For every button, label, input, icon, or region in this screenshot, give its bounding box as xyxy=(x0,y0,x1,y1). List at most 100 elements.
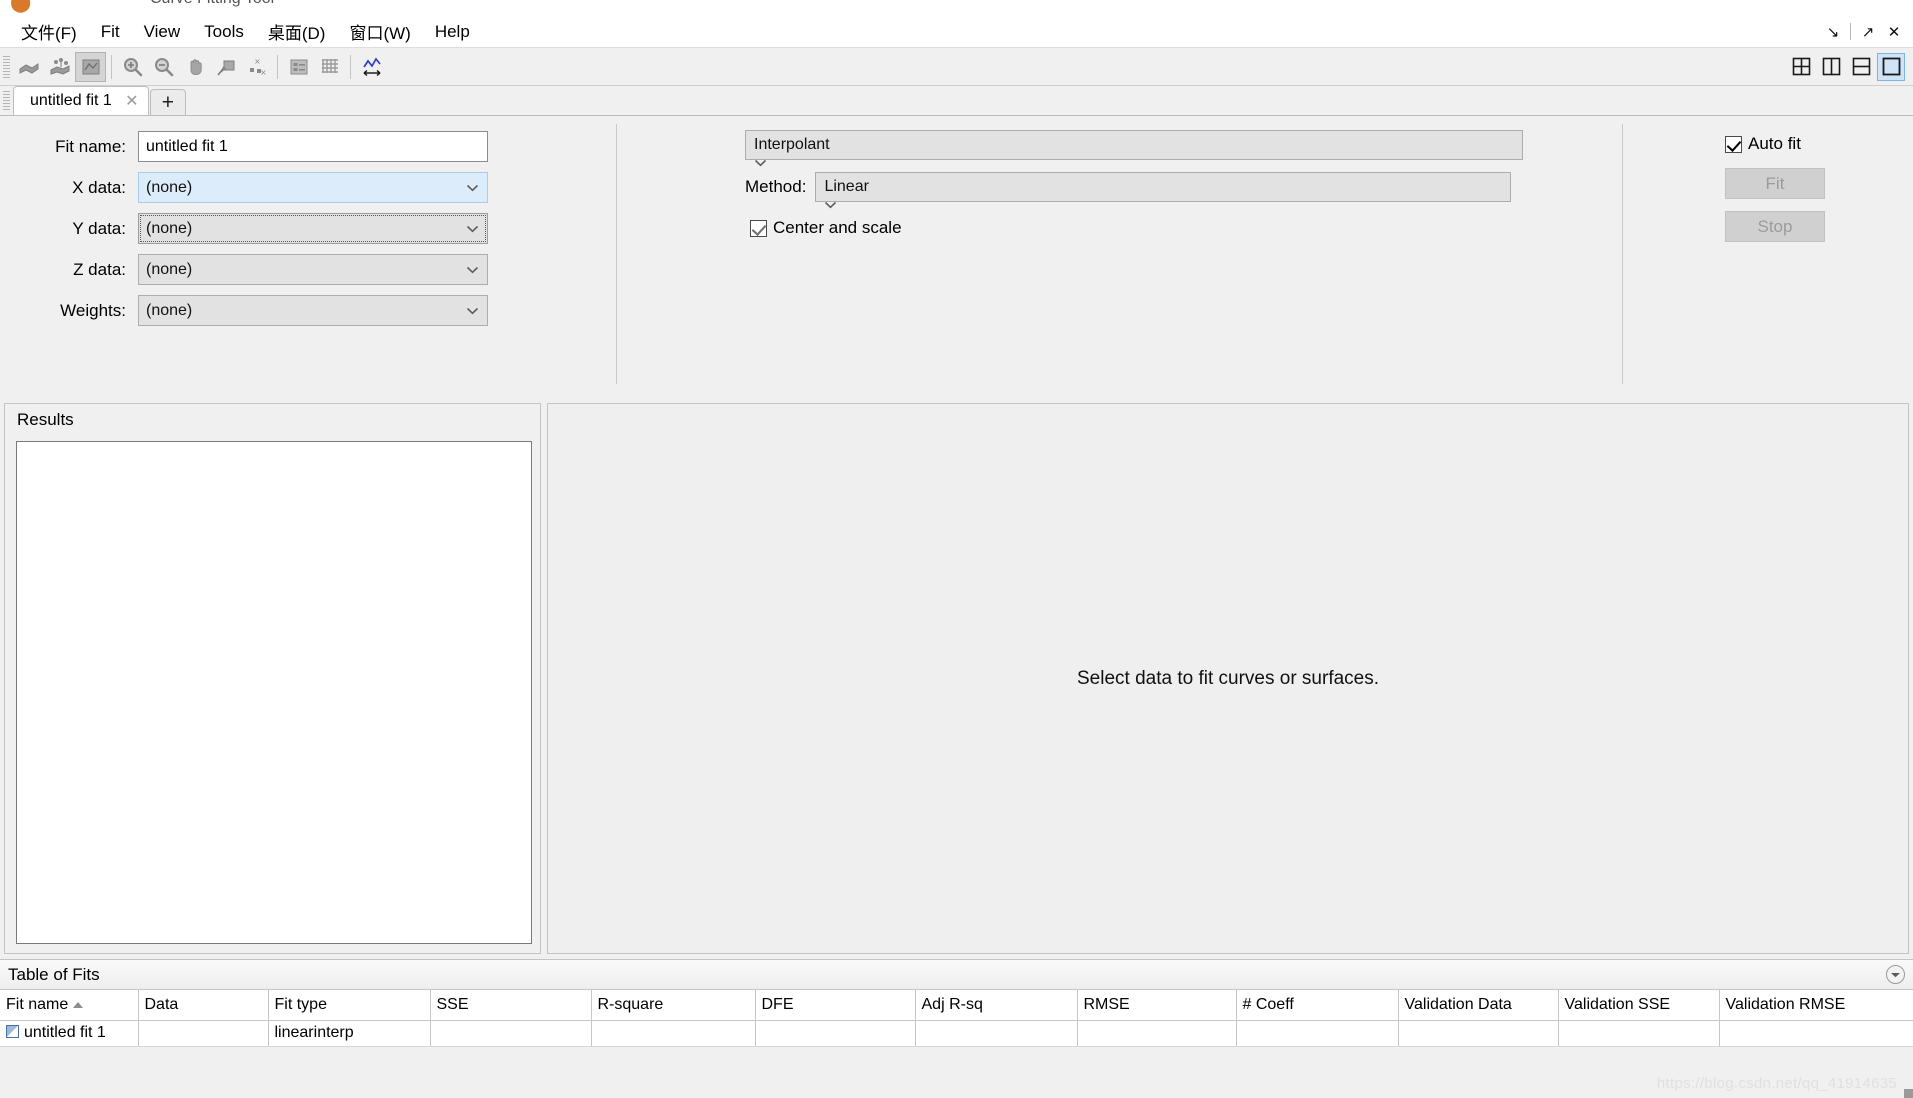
blog-watermark: https://blog.csdn.net/qq_41914635 xyxy=(1656,1075,1897,1092)
weights-label: Weights: xyxy=(60,300,126,320)
cell-dfe[interactable] xyxy=(755,1020,916,1047)
column-header-dfe[interactable]: DFE xyxy=(755,990,916,1021)
column-header-validation-rmse[interactable]: Validation RMSE xyxy=(1719,990,1913,1021)
close-icon[interactable]: ✕ xyxy=(1881,19,1907,45)
menu-item-view[interactable]: View xyxy=(133,20,192,44)
axes-limits-glyph xyxy=(362,56,381,76)
column-header-fit-name[interactable]: Fit name xyxy=(0,990,139,1021)
layout-horizontal-split-icon xyxy=(1852,57,1870,76)
cell-validation-sse[interactable] xyxy=(1558,1020,1720,1047)
collapse-panel-button[interactable] xyxy=(1886,965,1905,984)
chevron-down-icon xyxy=(466,214,479,243)
cell-num-coeff[interactable] xyxy=(1236,1020,1399,1047)
cell-validation-data[interactable] xyxy=(1398,1020,1559,1047)
weights-row: Weights: (none) xyxy=(0,294,488,327)
fit-button[interactable]: Fit xyxy=(1725,168,1825,199)
tab-untitled-fit-1[interactable]: untitled fit 1 ✕ xyxy=(13,86,149,115)
menu-item-tools[interactable]: Tools xyxy=(193,20,255,44)
column-header-fit-type[interactable]: Fit type xyxy=(268,990,431,1021)
cell-adj-r-sq[interactable] xyxy=(915,1020,1078,1047)
fit-surface-icon[interactable] xyxy=(13,52,44,82)
layout-horizontal-split-button[interactable] xyxy=(1847,53,1875,81)
menu-item-window[interactable]: 窗口(W) xyxy=(338,17,421,46)
column-header-adj-r-sq[interactable]: Adj R-sq xyxy=(915,990,1078,1021)
add-fit-tab-button[interactable]: + xyxy=(149,89,186,115)
data-cursor-icon[interactable] xyxy=(210,52,241,82)
fit-name-row: Fit name: xyxy=(0,130,488,163)
results-panel: Results xyxy=(4,403,541,954)
fit-name-input[interactable] xyxy=(138,131,488,162)
column-header-validation-sse[interactable]: Validation SSE xyxy=(1558,990,1720,1021)
window-controls-divider xyxy=(1850,23,1851,40)
fit-type-panel: Interpolant Method: Linear Center and sc… xyxy=(745,130,1523,238)
fits-table: Fit name Data Fit type SSE R-square DFE … xyxy=(0,990,1913,1047)
undock-panel-icon[interactable]: ↗ xyxy=(1855,19,1881,45)
menu-item-desktop[interactable]: 桌面(D) xyxy=(257,17,337,46)
z-data-row: Z data: (none) xyxy=(0,253,488,286)
exclude-outliers-icon[interactable]: × × xyxy=(241,52,272,82)
tabstrip-drag-handle[interactable] xyxy=(3,91,10,111)
center-and-scale-checkbox[interactable] xyxy=(750,219,767,237)
toolbar-divider-1 xyxy=(111,54,112,79)
y-data-row: Y data: (none) xyxy=(0,212,488,245)
toolbar: × × xyxy=(0,48,1913,86)
y-data-dropdown[interactable]: (none) xyxy=(138,213,488,244)
column-header-rmse[interactable]: RMSE xyxy=(1077,990,1237,1021)
column-header-data[interactable]: Data xyxy=(138,990,269,1021)
toolbar-drag-handle[interactable] xyxy=(3,55,10,78)
cell-validation-rmse[interactable] xyxy=(1719,1020,1913,1047)
method-dropdown[interactable]: Linear xyxy=(815,172,1512,209)
x-data-value: (none) xyxy=(146,179,193,196)
fit-tab-strip: untitled fit 1 ✕ + xyxy=(0,86,1913,116)
menu-item-file[interactable]: 文件(F) xyxy=(10,17,88,46)
layout-quad-button[interactable] xyxy=(1787,53,1815,81)
auto-fit-checkbox[interactable] xyxy=(1725,135,1742,153)
plot-panel[interactable]: Select data to fit curves or surfaces. xyxy=(547,403,1909,954)
center-and-scale-row[interactable]: Center and scale xyxy=(750,218,1523,238)
weights-dropdown[interactable]: (none) xyxy=(138,295,488,326)
auto-fit-row[interactable]: Auto fit xyxy=(1725,134,1825,154)
results-title: Results xyxy=(17,410,74,429)
window-title: Curve Fitting Tool xyxy=(150,0,274,8)
layout-single-button[interactable] xyxy=(1877,52,1905,81)
menu-item-help[interactable]: Help xyxy=(424,20,481,44)
results-text-area[interactable] xyxy=(16,441,532,944)
column-header-num-coeff[interactable]: # Coeff xyxy=(1236,990,1399,1021)
fit-type-dropdown[interactable]: Interpolant xyxy=(745,130,1523,167)
pan-icon[interactable] xyxy=(179,52,210,82)
cell-r-square[interactable] xyxy=(591,1020,756,1047)
column-header-sse[interactable]: SSE xyxy=(430,990,592,1021)
chevron-down-icon xyxy=(1891,972,1900,977)
menu-item-fit[interactable]: Fit xyxy=(90,20,131,44)
z-data-dropdown[interactable]: (none) xyxy=(138,254,488,285)
chevron-down-icon xyxy=(754,159,1514,167)
y-data-value: (none) xyxy=(146,220,193,237)
zoom-out-icon[interactable] xyxy=(148,52,179,82)
cell-data[interactable] xyxy=(138,1020,269,1047)
layout-vertical-split-button[interactable] xyxy=(1817,53,1845,81)
residuals-plot-icon[interactable] xyxy=(75,51,106,82)
cell-rmse[interactable] xyxy=(1077,1020,1237,1047)
cell-fit-type[interactable]: linearinterp xyxy=(268,1020,431,1047)
cell-fit-name[interactable]: untitled fit 1 xyxy=(0,1020,139,1047)
legend-glyph xyxy=(290,59,307,74)
table-header-row: Fit name Data Fit type SSE R-square DFE … xyxy=(0,990,1913,1021)
table-of-fits-title: Table of Fits xyxy=(8,965,100,984)
cell-sse[interactable] xyxy=(430,1020,592,1047)
grid-icon[interactable] xyxy=(314,52,345,82)
minimize-panel-icon[interactable]: ↘ xyxy=(1820,19,1846,45)
zoom-in-icon[interactable] xyxy=(117,52,148,82)
stop-button[interactable]: Stop xyxy=(1725,211,1825,242)
tab-close-icon[interactable]: ✕ xyxy=(124,91,140,111)
table-row[interactable]: untitled fit 1 linearinterp xyxy=(0,1020,1913,1047)
residuals-plot-glyph xyxy=(82,59,99,74)
x-data-dropdown[interactable]: (none) xyxy=(138,172,488,203)
column-header-r-square[interactable]: R-square xyxy=(591,990,756,1021)
zoom-in-glyph xyxy=(123,57,142,76)
column-header-validation-data[interactable]: Validation Data xyxy=(1398,990,1559,1021)
fit-surface-points-icon[interactable] xyxy=(44,52,75,82)
legend-icon[interactable] xyxy=(283,52,314,82)
axes-limits-icon[interactable] xyxy=(356,52,387,82)
x-data-label: X data: xyxy=(72,177,126,197)
menu-items: 文件(F) Fit View Tools 桌面(D) 窗口(W) Help xyxy=(10,15,483,48)
